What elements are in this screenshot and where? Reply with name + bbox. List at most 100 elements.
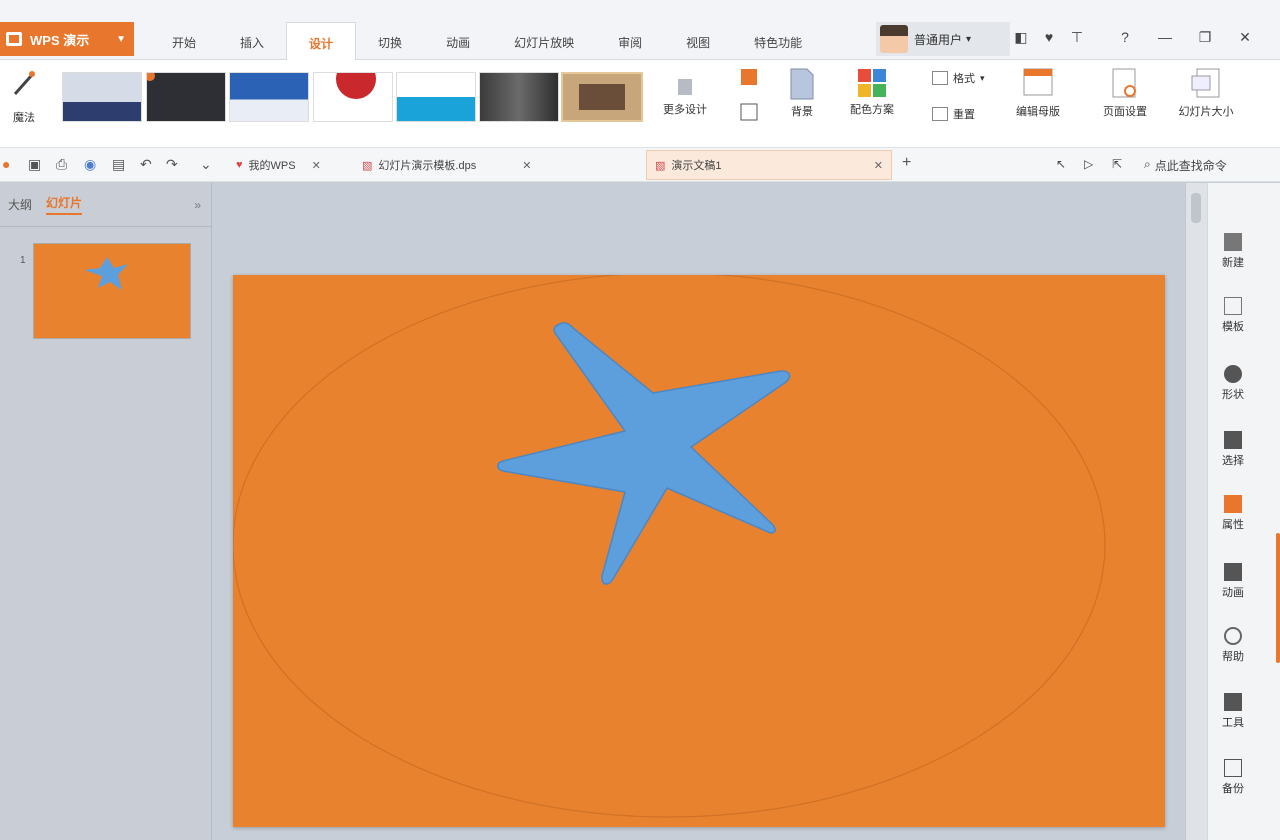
slide-canvas[interactable] xyxy=(232,272,1165,827)
cursor-icon[interactable]: ↖ xyxy=(1056,157,1066,171)
save-icon[interactable]: ▣ xyxy=(28,156,41,173)
layout-icon[interactable] xyxy=(740,68,758,86)
close-icon[interactable]: ✕ xyxy=(312,159,321,172)
tab-view[interactable]: 视图 xyxy=(664,22,732,60)
more-designs-icon xyxy=(678,79,692,95)
preview-icon[interactable]: ▤ xyxy=(112,156,125,173)
tab-special-features[interactable]: 特色功能 xyxy=(732,22,824,60)
vertical-scrollbar[interactable] xyxy=(1185,183,1207,840)
close-icon[interactable]: ✕ xyxy=(1236,26,1254,48)
task-label: 工具 xyxy=(1222,717,1244,729)
tab-design[interactable]: 设计 xyxy=(286,22,357,60)
tab-home[interactable]: 开始 xyxy=(150,22,218,60)
task-tips[interactable]: 帮助 xyxy=(1208,627,1258,664)
title-tools: ◧ ♥ ⊤ xyxy=(1012,26,1086,48)
design-thumbnail[interactable] xyxy=(396,72,476,122)
design-thumbnail[interactable] xyxy=(313,72,393,122)
chevron-down-icon: ▾ xyxy=(980,72,985,83)
share-icon[interactable]: ⇱ xyxy=(1112,157,1122,171)
chevron-down-icon: ▾ xyxy=(966,33,972,45)
page-setup-button[interactable]: 页面设置 xyxy=(1092,68,1158,119)
pointer-icon[interactable]: ▷ xyxy=(1084,157,1093,171)
magic-button[interactable]: 魔法 xyxy=(6,68,42,125)
slide-size-button[interactable]: 幻灯片大小 xyxy=(1164,68,1248,119)
template-icon xyxy=(1224,297,1242,315)
task-animation[interactable]: 动画 xyxy=(1208,563,1258,600)
design-thumbnail[interactable] xyxy=(229,72,309,122)
task-pane: 新建 模板 形状 选择 属性 动画 帮助 工具 备份 xyxy=(1207,183,1280,840)
tab-review[interactable]: 审阅 xyxy=(596,22,664,60)
tab-outline[interactable]: 大纲 xyxy=(8,196,32,213)
tools-icon xyxy=(1224,693,1242,711)
feedback-icon[interactable]: ♥ xyxy=(1040,26,1058,48)
slide-thumbnail[interactable] xyxy=(33,243,191,339)
restore-icon[interactable]: ❐ xyxy=(1196,26,1214,48)
globe-icon[interactable]: ◉ xyxy=(84,156,96,173)
doc-tab-label: 幻灯片演示模板.dps xyxy=(378,160,477,172)
task-tools[interactable]: 工具 xyxy=(1208,693,1258,730)
ellipse-shape[interactable] xyxy=(232,272,1106,818)
minimize-icon[interactable]: — xyxy=(1156,26,1174,48)
design-thumbnail[interactable] xyxy=(62,72,142,122)
tab-transition[interactable]: 切换 xyxy=(356,22,424,60)
close-icon[interactable]: ✕ xyxy=(522,159,531,172)
shape-icon xyxy=(1224,365,1242,383)
design-thumbnail[interactable] xyxy=(479,72,559,122)
background-button[interactable]: 背景 xyxy=(780,68,824,119)
doc-tab-label: 我的WPS xyxy=(248,160,296,172)
new-icon xyxy=(1224,233,1242,251)
tab-animation[interactable]: 动画 xyxy=(424,22,492,60)
close-panel-icon[interactable]: » xyxy=(194,198,201,212)
tab-slides[interactable]: 幻灯片 xyxy=(46,194,83,215)
task-label: 形状 xyxy=(1222,389,1244,401)
layout-grid-icon[interactable] xyxy=(740,103,758,121)
window-controls: ? — ❐ ✕ xyxy=(1116,26,1254,48)
print-icon[interactable]: ⎙ xyxy=(56,156,67,173)
pin-icon[interactable]: ⊤ xyxy=(1068,26,1086,48)
task-select[interactable]: 选择 xyxy=(1208,431,1258,468)
tab-slideshow[interactable]: 幻灯片放映 xyxy=(492,22,596,60)
task-backup[interactable]: 备份 xyxy=(1208,759,1258,796)
reset-label: 重置 xyxy=(953,109,975,121)
task-label: 动画 xyxy=(1222,587,1244,599)
star-shape[interactable] xyxy=(497,322,791,585)
slide-size-label: 幻灯片大小 xyxy=(1178,106,1234,118)
design-thumbnail[interactable] xyxy=(561,72,643,122)
reset-button[interactable]: 重置 xyxy=(932,106,975,122)
user-account[interactable]: 普通用户 ▾ xyxy=(876,22,1010,56)
photo-graphic xyxy=(579,84,625,110)
pane-scroll-indicator[interactable] xyxy=(1276,533,1280,663)
presentation-file-icon: ▧ xyxy=(362,159,373,172)
wps-quick-icon[interactable]: ● xyxy=(2,156,10,172)
doc-tab[interactable]: ▧ 幻灯片演示模板.dps ✕ xyxy=(354,150,539,180)
find-command[interactable]: ⌕ 点此查找命令 xyxy=(1144,157,1227,174)
document-tab-bar: ● ▣ ⎙ ◉ ▤ ↶ ↷ ⌄ ♥ 我的WPS ✕ ▧ 幻灯片演示模板.dps … xyxy=(0,148,1280,182)
close-icon[interactable]: ✕ xyxy=(874,159,883,172)
slide-thumbnail-preview xyxy=(84,257,128,290)
task-label: 选择 xyxy=(1222,455,1244,467)
task-property[interactable]: 属性 xyxy=(1208,495,1258,532)
skin-icon[interactable]: ◧ xyxy=(1012,26,1030,48)
tab-insert[interactable]: 插入 xyxy=(218,22,286,60)
doc-tab[interactable]: ♥ 我的WPS ✕ xyxy=(228,150,329,180)
task-shape[interactable]: 形状 xyxy=(1208,365,1258,402)
app-menu-button[interactable]: WPS 演示 ▼ xyxy=(0,22,134,56)
design-thumbnail[interactable] xyxy=(146,72,226,122)
color-scheme-button[interactable]: 配色方案 xyxy=(836,68,908,117)
new-tab-icon[interactable]: + xyxy=(902,154,911,172)
undo-icon[interactable]: ↶ xyxy=(140,156,152,173)
task-new[interactable]: 新建 xyxy=(1208,233,1258,270)
task-template[interactable]: 模板 xyxy=(1208,297,1258,334)
edit-master-icon xyxy=(1023,68,1053,96)
format-button[interactable]: 格式 ▾ xyxy=(932,70,985,86)
doc-tab-active[interactable]: ▧ 演示文稿1 ✕ xyxy=(646,150,892,180)
help-icon[interactable]: ? xyxy=(1116,26,1134,48)
customize-icon[interactable]: ⌄ xyxy=(200,156,212,173)
edit-master-button[interactable]: 编辑母版 xyxy=(1002,68,1074,119)
search-icon: ⌕ xyxy=(1144,157,1151,171)
backup-icon xyxy=(1224,759,1242,777)
redo-icon[interactable]: ↷ xyxy=(166,156,178,173)
more-designs-button[interactable]: 更多设计 xyxy=(652,78,718,117)
task-label: 帮助 xyxy=(1222,651,1244,663)
scrollbar-thumb[interactable] xyxy=(1191,193,1201,223)
